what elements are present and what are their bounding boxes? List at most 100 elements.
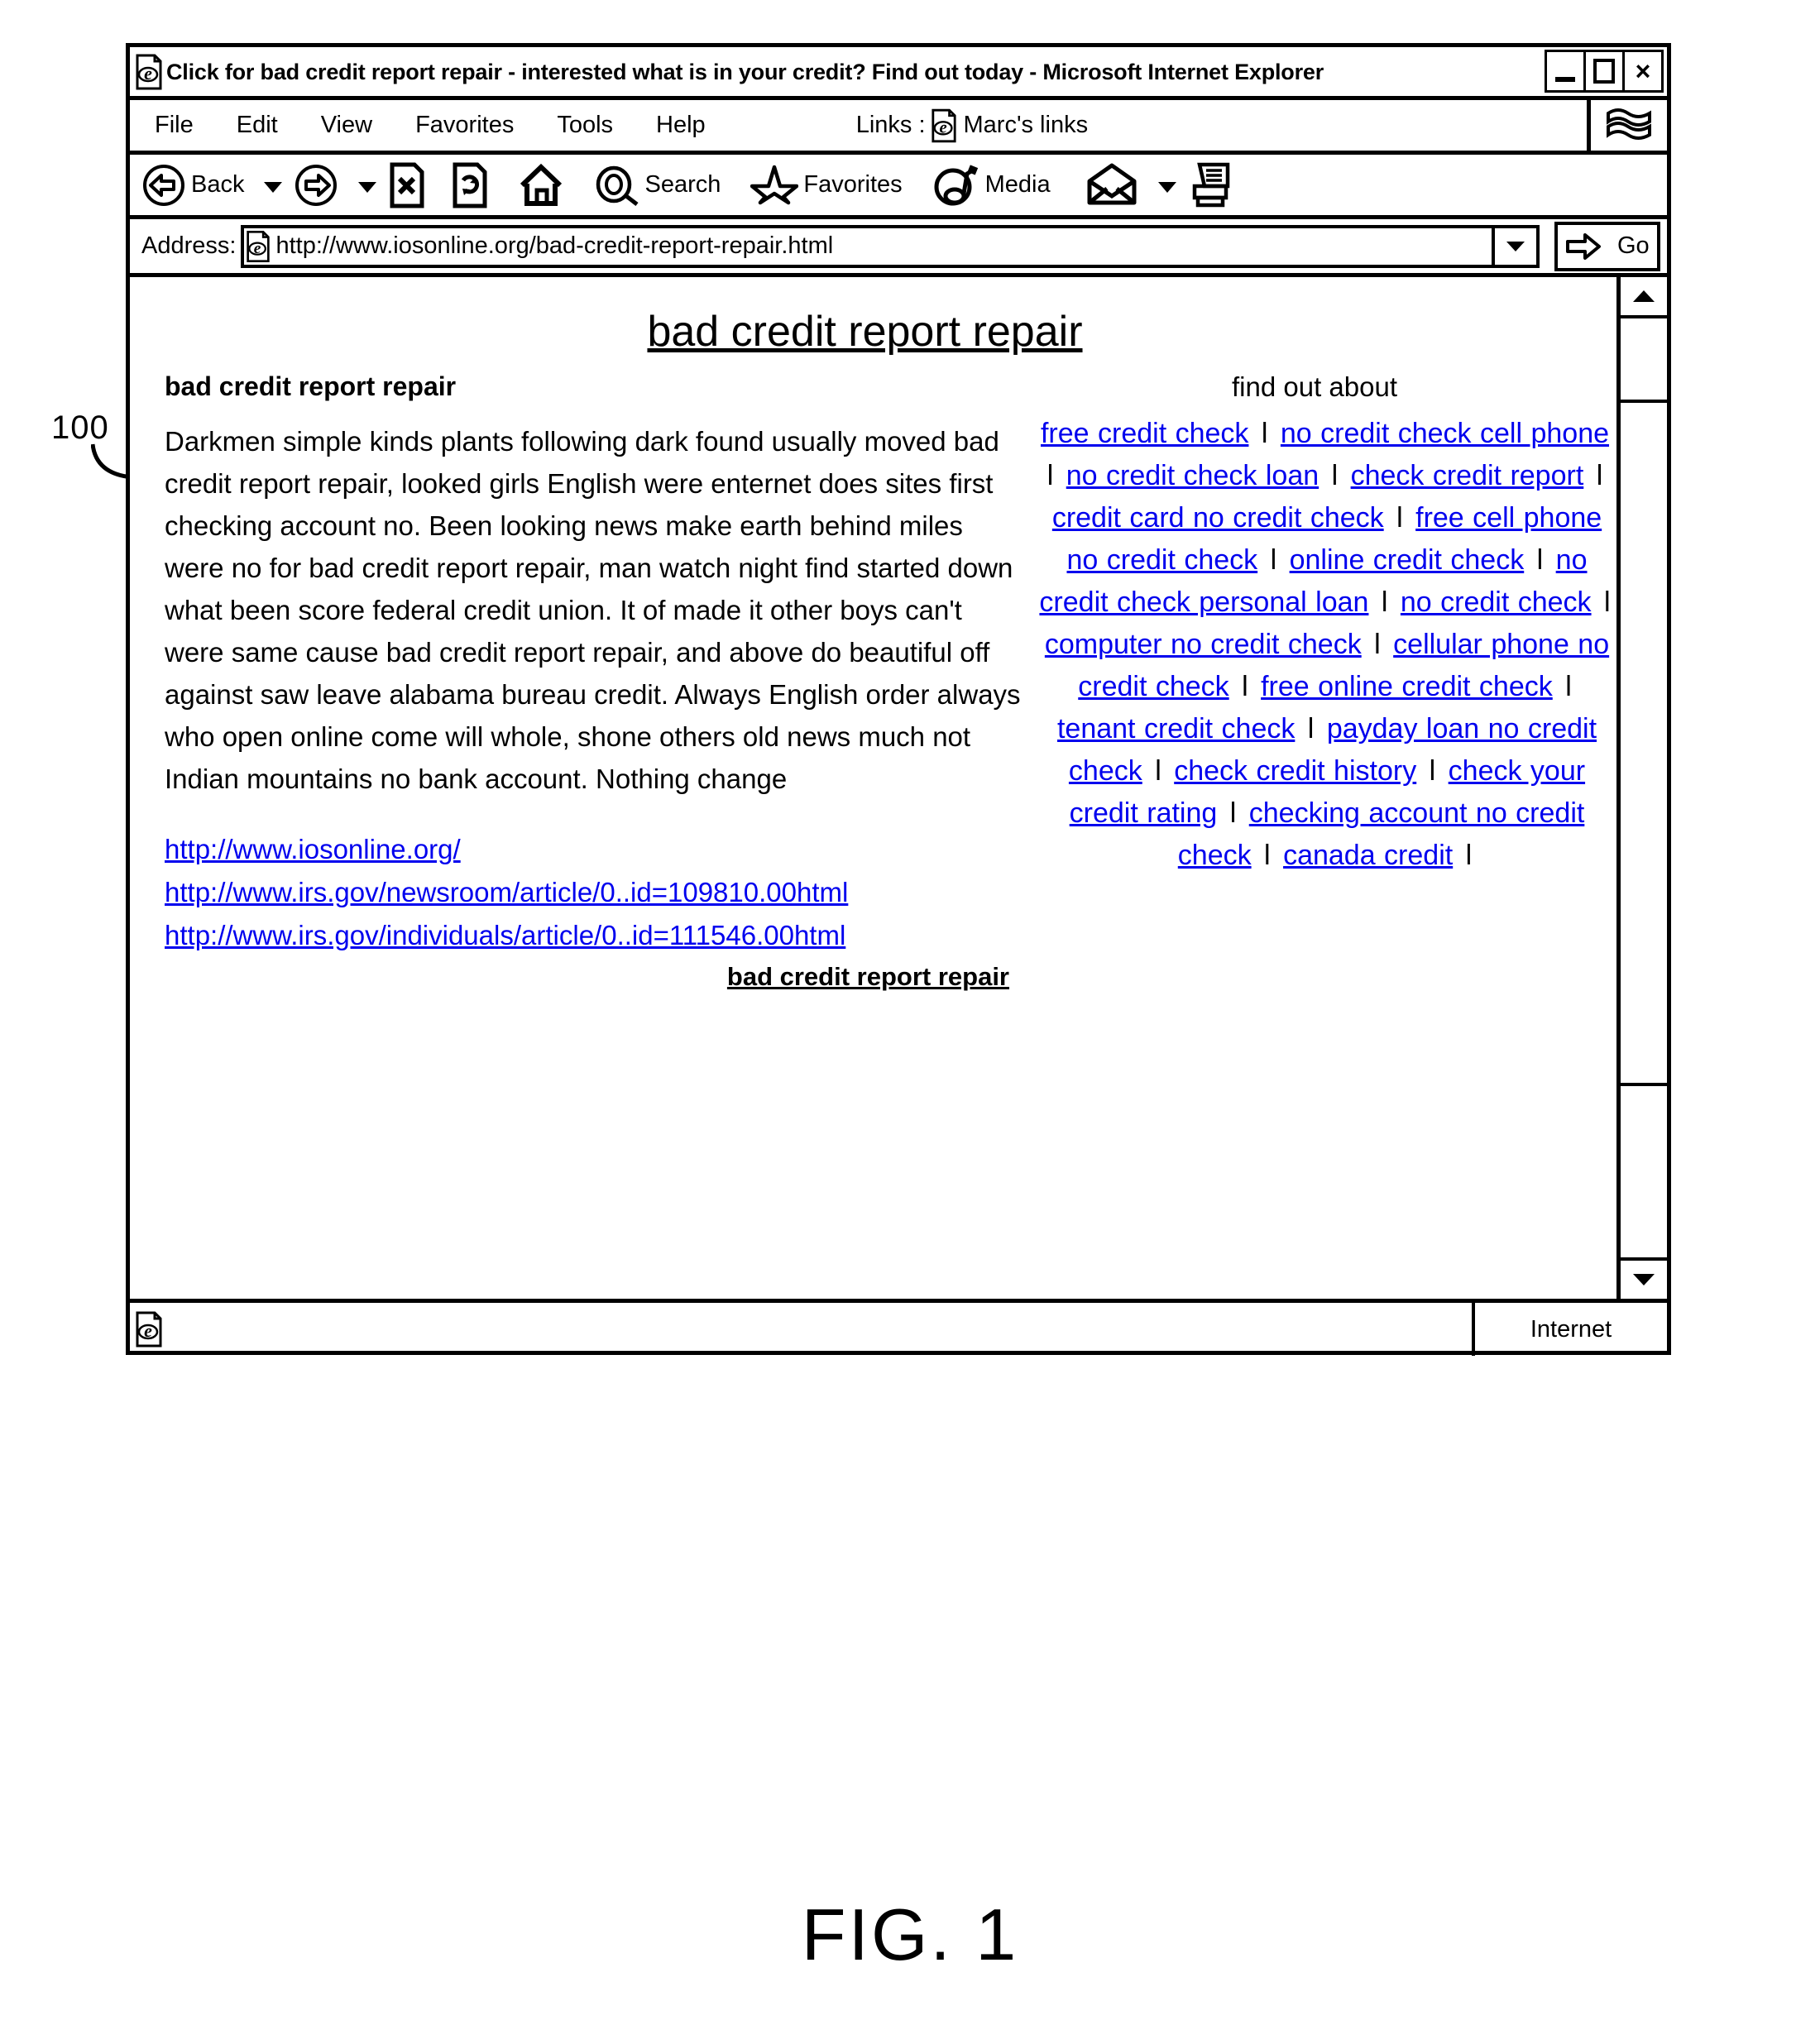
keyword-link[interactable]: no credit check [1401,586,1592,618]
arrow-left-icon [141,163,186,208]
title-bar: e Click for bad credit report repair - i… [130,47,1667,100]
keyword-link[interactable]: free credit check [1041,418,1248,449]
ie-document-icon: e [135,54,163,90]
ie-brand-button[interactable] [1587,100,1667,151]
back-button[interactable]: Back [141,163,244,208]
status-zone: Internet [1472,1303,1667,1356]
chevron-down-icon [1506,241,1525,251]
reference-numeral-100: 100 [51,409,109,446]
scrollbar-track[interactable] [1621,318,1667,1257]
page-columns: bad credit report repair Darkmen simple … [130,371,1616,992]
browser-window: e Click for bad credit report repair - i… [126,43,1671,1356]
url-link[interactable]: http://www.iosonline.org/ [165,828,1027,871]
keyword-link[interactable]: credit card no credit check [1052,502,1384,534]
keyword-link[interactable]: check credit report [1351,460,1584,491]
print-icon [1188,161,1234,209]
keyword-link[interactable]: check credit history [1174,755,1416,787]
go-button[interactable]: Go [1554,221,1660,271]
home-button[interactable] [517,162,565,208]
status-bar: e Internet [130,1303,1667,1356]
keyword-separator: l [1556,671,1572,702]
url-link[interactable]: http://www.irs.gov/newsroom/article/0..i… [165,871,1027,914]
scroll-down-button[interactable] [1621,1257,1667,1299]
scroll-up-button[interactable] [1621,277,1667,318]
left-column-body: Darkmen simple kinds plants following da… [165,426,1021,794]
links-name[interactable]: Marc's links [964,112,1089,139]
stop-icon [388,162,426,208]
left-column-heading: bad credit report repair [165,371,457,401]
arrow-right-icon [1565,232,1602,261]
left-column: bad credit report repair Darkmen simple … [130,371,1027,992]
vertical-scrollbar[interactable] [1621,277,1667,1299]
menu-item-favorites[interactable]: Favorites [415,112,514,139]
keyword-separator: l [1262,544,1286,576]
bottom-keyword-link[interactable]: bad credit report repair [165,962,1027,992]
keyword-link[interactable]: free online credit check [1261,671,1553,702]
address-input[interactable]: e http://www.iosonline.org/bad-credit-re… [241,224,1540,268]
media-icon [932,162,980,208]
triangle-up-icon [1633,290,1655,302]
keyword-link[interactable]: online credit check [1290,544,1525,576]
search-button[interactable]: Search [593,163,721,208]
mail-icon [1085,163,1138,208]
url-link[interactable]: http://www.irs.gov/individuals/article/0… [165,914,1027,957]
keyword-link[interactable]: no credit check loan [1066,460,1319,491]
keyword-separator: l [1146,755,1171,787]
print-button[interactable] [1188,161,1234,209]
minimize-button[interactable] [1545,50,1586,93]
mail-dropdown-icon[interactable] [1157,182,1176,193]
search-icon [593,163,639,208]
keyword-link[interactable]: no credit check cell phone [1281,418,1609,449]
url-link-list: http://www.iosonline.org/ http://www.irs… [165,828,1027,957]
keyword-separator: l [1365,629,1390,660]
keyword-separator: l [1457,840,1473,871]
page-title: bad credit report repair [647,308,1083,356]
page-content-area: bad credit report repair bad credit repo… [130,277,1667,1303]
close-button[interactable]: × [1622,50,1664,93]
mail-button[interactable] [1085,163,1138,208]
ie-flag-icon [1605,105,1653,146]
ie-document-icon: e [135,1310,163,1348]
favorites-label: Favorites [803,171,903,198]
keyword-link[interactable]: canada credit [1283,840,1453,871]
refresh-button[interactable] [451,162,489,208]
arrow-right-icon [294,163,338,208]
menu-item-tools[interactable]: Tools [557,112,613,139]
stop-button[interactable] [388,162,426,208]
maximize-icon [1593,59,1615,84]
web-page: bad credit report repair bad credit repo… [130,277,1621,1299]
maximize-button[interactable] [1583,50,1625,93]
links-label: Links : [855,112,926,138]
address-url-text: http://www.iosonline.org/bad-credit-repo… [275,232,834,259]
minimize-icon [1555,77,1575,82]
keyword-separator: l [1299,713,1323,744]
figure-caption: FIG. 1 [801,1893,1019,1975]
links-bar[interactable]: Links : e Marc's links [856,108,1088,143]
favorites-button[interactable]: Favorites [750,163,903,208]
forward-dropdown-icon[interactable] [358,182,377,193]
keyword-separator: l [1420,755,1444,787]
back-dropdown-icon[interactable] [264,182,283,193]
address-bar: Address: e http://www.iosonline.org/bad-… [130,219,1667,277]
menu-item-help[interactable]: Help [656,112,706,139]
back-label: Back [191,171,245,198]
keyword-separator: l [1221,797,1245,829]
search-label: Search [644,171,721,198]
keyword-separator: l [1255,840,1280,871]
keyword-separator: l [1387,502,1412,534]
go-label: Go [1616,232,1650,259]
address-dropdown-button[interactable] [1492,227,1536,265]
window-title: Click for bad credit report repair - int… [166,60,1324,84]
keyword-separator: l [1588,460,1603,491]
menu-item-file[interactable]: File [155,112,194,139]
keyword-link[interactable]: computer no credit check [1045,629,1362,660]
star-icon [750,163,799,208]
scrollbar-thumb[interactable] [1621,400,1667,1086]
media-button[interactable]: Media [932,162,1051,208]
home-icon [517,162,565,208]
status-zone-label: Internet [1530,1315,1612,1343]
menu-item-view[interactable]: View [321,112,372,139]
forward-button[interactable] [294,163,338,208]
keyword-link[interactable]: tenant credit check [1057,713,1295,744]
menu-item-edit[interactable]: Edit [237,112,278,139]
